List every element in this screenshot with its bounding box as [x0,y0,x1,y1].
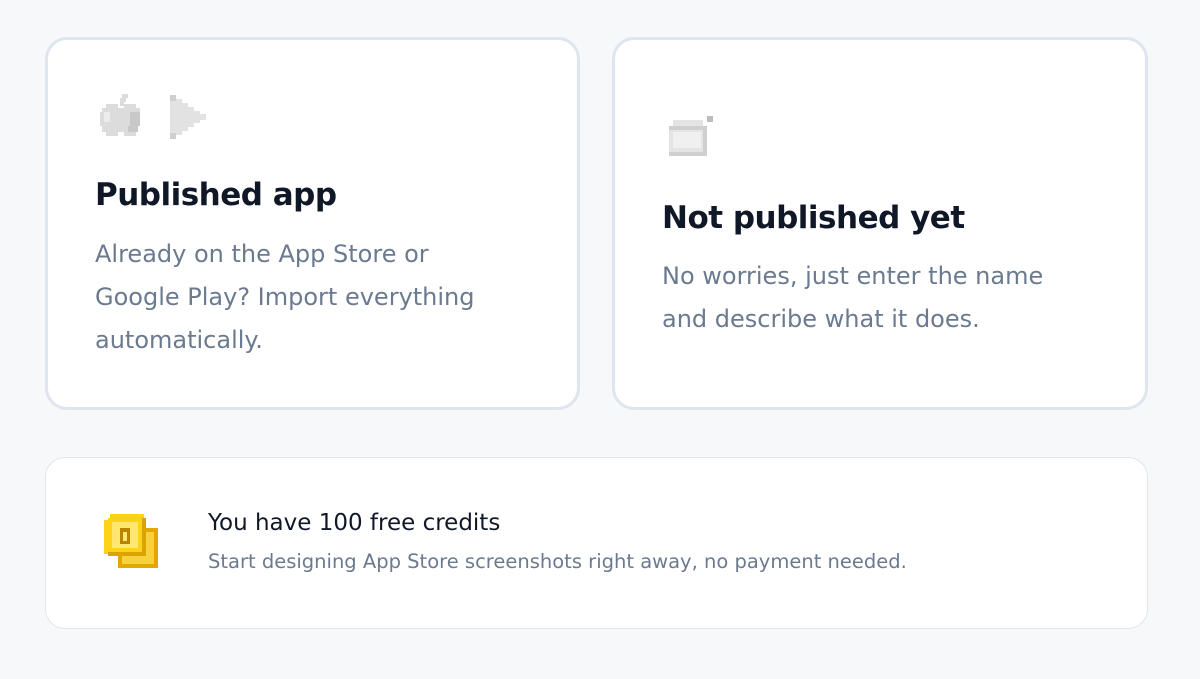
card-title: Published app [95,177,337,213]
credits-title: You have 100 free credits [208,510,501,536]
draft-icons [667,114,713,160]
apple-icon [100,94,140,136]
card-description: Already on the App Store or Google Play?… [95,240,475,354]
blank-card-icon [669,116,713,156]
coin-icon [104,514,158,568]
free-credits-banner: You have 100 free credits Start designin… [45,457,1148,629]
card-description: No worries, just enter the name and desc… [662,262,1044,333]
google-play-icon [170,95,206,139]
credits-description: Start designing App Store screenshots ri… [208,550,907,573]
not-published-option[interactable]: Not published yet No worries, just enter… [612,37,1148,410]
store-icons [100,92,210,142]
card-title: Not published yet [662,200,965,236]
published-app-option[interactable]: Published app Already on the App Store o… [45,37,580,410]
